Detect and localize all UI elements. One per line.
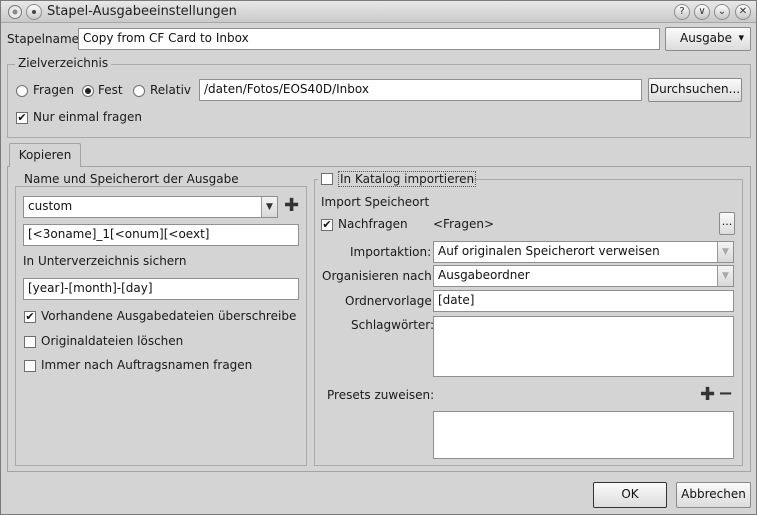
presets-list[interactable]	[433, 411, 734, 459]
destination-group	[7, 64, 751, 138]
ask-once-label: Nur einmal fragen	[33, 110, 142, 124]
filename-pattern-input[interactable]: [<3oname]_1[<onum][<oext]	[23, 224, 299, 246]
radio-relative-label: Relativ	[150, 83, 192, 97]
radio-ask[interactable]	[16, 85, 28, 97]
import-action-combo[interactable]: Auf originalen Speicherort verweisen ▼	[433, 241, 734, 263]
help-button[interactable]: ?	[674, 4, 690, 20]
output-preset-combo[interactable]: custom ▼	[23, 196, 278, 218]
tab-joint	[10, 165, 80, 167]
destination-path-input[interactable]: /daten/Fotos/EOS40D/Inbox	[199, 79, 642, 101]
tab-copy[interactable]: Kopieren	[9, 143, 81, 167]
window-menu-button[interactable]	[26, 4, 42, 20]
presets-label: Presets zuweisen:	[327, 388, 435, 402]
import-location-title: Import Speicheort	[321, 195, 430, 209]
organize-label: Organisieren nach:	[322, 269, 436, 283]
window-title: Stapel-Ausgabeeinstellungen	[47, 4, 237, 19]
batch-name-label: Stapelname	[7, 32, 80, 46]
ask-job-name-checkbox[interactable]	[24, 360, 36, 372]
browse-button[interactable]: Durchsuchen...	[648, 78, 742, 102]
overwrite-checkbox[interactable]: ✔	[24, 311, 36, 323]
organize-value: Ausgabeordner	[438, 268, 530, 282]
add-preset-icon[interactable]: ✚	[284, 197, 299, 215]
chevron-down-icon: ▾	[738, 31, 744, 44]
destination-group-title: Zielverzeichnis	[15, 56, 112, 70]
ask-once-checkbox[interactable]: ✔	[16, 112, 28, 124]
import-action-value: Auf originalen Speicherort verweisen	[438, 244, 660, 258]
delete-originals-label: Originaldateien löschen	[41, 334, 184, 348]
keywords-label: Schlagwörter:	[351, 318, 435, 332]
ask-job-name-label: Immer nach Auftragsnamen fragen	[41, 358, 253, 372]
folder-template-label: Ordnervorlage:	[345, 294, 436, 308]
folder-template-input[interactable]: [date]	[433, 290, 734, 312]
minimize-button[interactable]: ⌄	[714, 4, 730, 20]
radio-relative[interactable]	[133, 85, 145, 97]
app-icon	[7, 4, 23, 20]
ask-location-value: <Fragen>	[433, 217, 495, 231]
keywords-textarea[interactable]	[433, 316, 734, 377]
output-menu-label: Ausgabe	[680, 31, 733, 45]
batch-name-input[interactable]: Copy from CF Card to Inbox	[78, 28, 660, 50]
catalog-import-label: In Katalog importieren	[338, 171, 477, 187]
delete-originals-checkbox[interactable]	[24, 336, 36, 348]
catalog-import-checkbox[interactable]	[321, 173, 333, 185]
ok-button[interactable]: OK	[593, 482, 667, 508]
close-button[interactable]: ✕	[735, 4, 751, 20]
combo-arrow-icon: ▼	[717, 242, 733, 262]
radio-fixed-label: Fest	[98, 83, 123, 97]
subfolder-input[interactable]: [year]-[month]-[day]	[23, 278, 299, 300]
shade-button[interactable]: ∨	[694, 4, 710, 20]
title-bar[interactable]: Stapel-Ausgabeeinstellungen ? ∨ ⌄ ✕	[1, 1, 756, 23]
output-name-group-title: Name und Speicherort der Ausgabe	[21, 172, 242, 186]
combo-arrow-icon: ▼	[717, 266, 733, 286]
overwrite-label: Vorhandene Ausgabedateien überschreibe	[41, 309, 297, 323]
ask-location-label: Nachfragen	[338, 217, 408, 231]
dialog-window: Stapel-Ausgabeeinstellungen ? ∨ ⌄ ✕ Stap…	[0, 0, 757, 515]
combo-arrow-icon: ▼	[261, 197, 277, 217]
output-preset-value: custom	[28, 199, 73, 213]
choose-location-button[interactable]: ...	[719, 212, 735, 235]
subfolder-label: In Unterverzeichnis sichern	[23, 254, 187, 268]
ask-location-checkbox[interactable]: ✔	[321, 219, 333, 231]
organize-combo[interactable]: Ausgabeordner ▼	[433, 265, 734, 287]
radio-fixed[interactable]	[82, 85, 94, 97]
output-menu-button[interactable]: Ausgabe ▾	[665, 27, 751, 51]
remove-preset-icon[interactable]: −	[718, 385, 733, 403]
cancel-button[interactable]: Abbrechen	[676, 482, 751, 508]
import-action-label: Importaktion:	[350, 245, 432, 259]
add-preset-icon[interactable]: ✚	[700, 386, 715, 404]
radio-ask-label: Fragen	[33, 83, 74, 97]
